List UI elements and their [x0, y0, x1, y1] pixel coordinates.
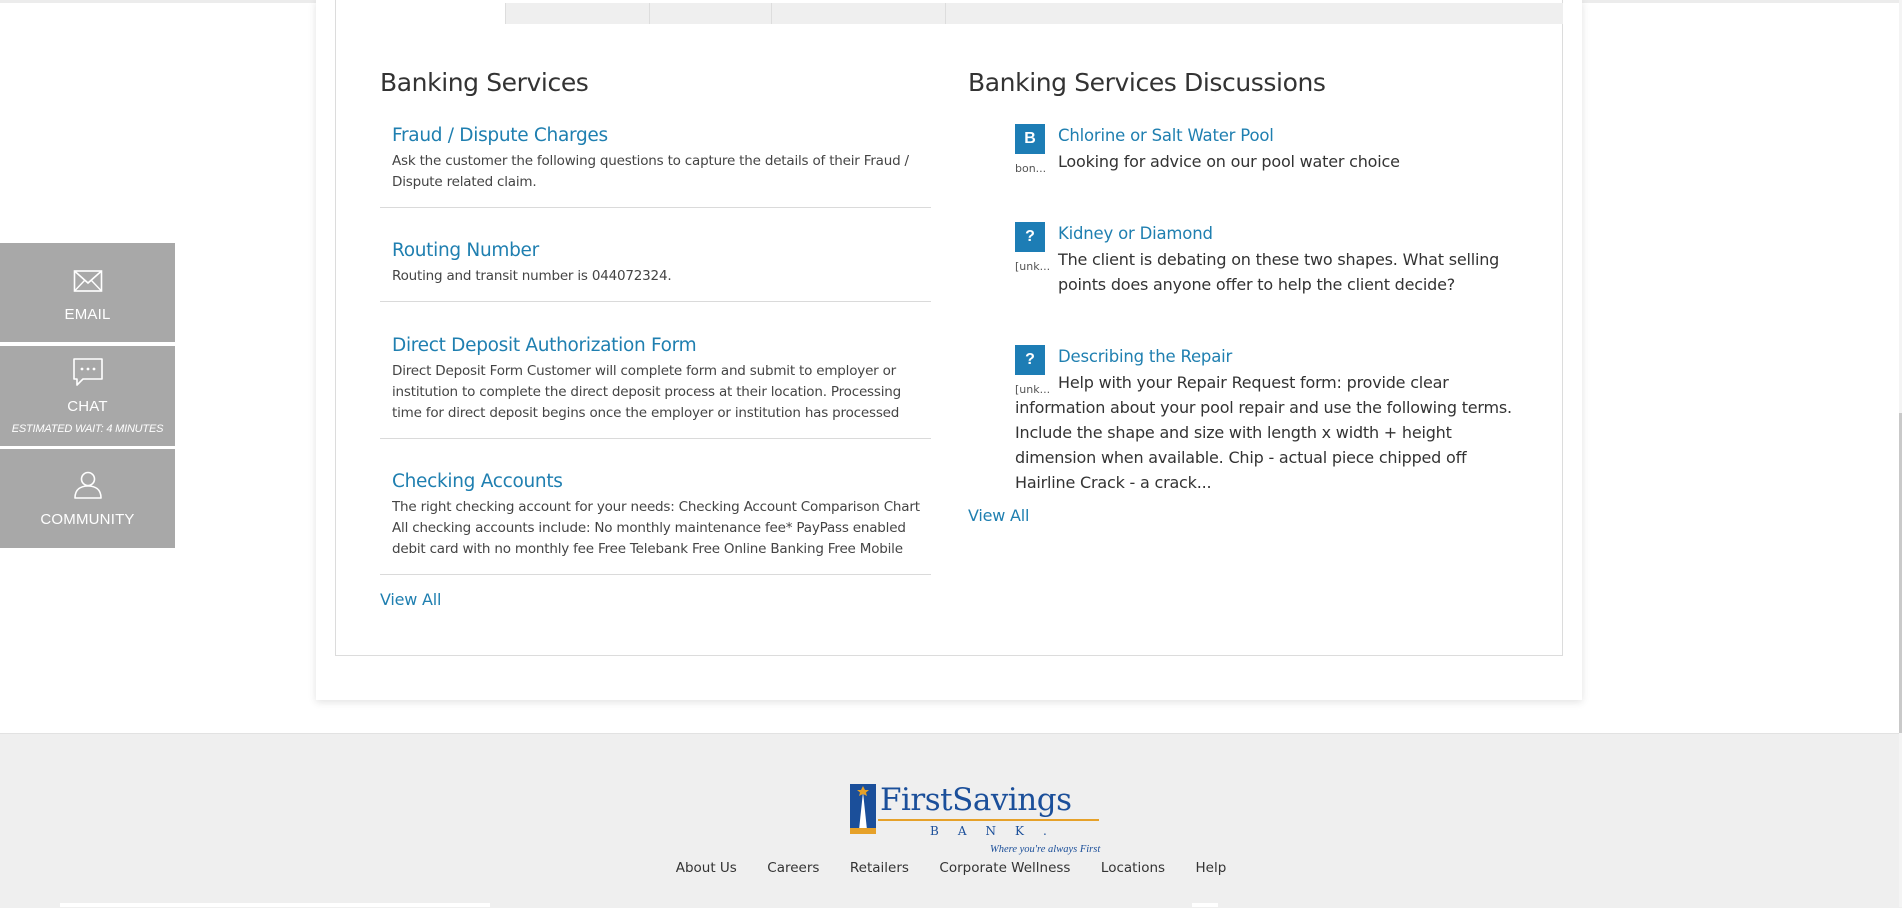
article-description: Routing and transit number is 044072324.: [392, 268, 672, 284]
logo-underline: [878, 819, 1099, 821]
discussion-title-link[interactable]: Kidney or Diamond: [1058, 224, 1213, 243]
chat-label: CHAT: [67, 398, 108, 415]
footer-link-help[interactable]: Help: [1196, 860, 1227, 876]
tab-divider: [505, 3, 506, 24]
envelope-icon: [73, 270, 102, 292]
discussion-title-link[interactable]: Chlorine or Salt Water Pool: [1058, 126, 1274, 145]
author-avatar[interactable]: B: [1015, 124, 1045, 154]
email-label: EMAIL: [64, 306, 111, 323]
article-direct-deposit: Direct Deposit Authorization Form Direct…: [380, 332, 931, 439]
footer-link-locations[interactable]: Locations: [1101, 860, 1165, 876]
footer-link-about-us[interactable]: About Us: [676, 860, 737, 876]
articles-view-all-link[interactable]: View All: [380, 590, 441, 609]
tab-strip: [505, 3, 1563, 24]
lighthouse-logo-icon: [850, 784, 876, 834]
email-button[interactable]: EMAIL: [0, 243, 175, 342]
bottom-edge: [60, 903, 490, 907]
community-button[interactable]: COMMUNITY: [0, 449, 175, 548]
author-avatar[interactable]: ?: [1015, 222, 1045, 252]
article-title-link[interactable]: Routing Number: [392, 240, 539, 261]
community-person-icon: [73, 471, 102, 499]
footer-nav: About Us Careers Retailers Corporate Wel…: [0, 859, 1902, 877]
chat-button[interactable]: CHAT ESTIMATED WAIT: 4 MINUTES: [0, 346, 175, 446]
chat-bubble-icon: [72, 358, 103, 386]
tab-divider: [945, 3, 946, 24]
first-savings-bank-logo[interactable]: FirstSavings BANK. Where you're always F…: [850, 782, 1100, 856]
bottom-edge: [1192, 903, 1218, 907]
discussion-body: Looking for advice on our pool water cho…: [1058, 152, 1400, 171]
author-name[interactable]: bon...: [1015, 162, 1049, 175]
tab-divider: [771, 3, 772, 24]
community-label: COMMUNITY: [40, 511, 135, 528]
footer-link-careers[interactable]: Careers: [767, 860, 819, 876]
author-name[interactable]: [unk...: [1015, 260, 1049, 273]
article-checking-accounts: Checking Accounts The right checking acc…: [380, 468, 931, 575]
discussions-title: Banking Services Discussions: [968, 68, 1326, 97]
article-routing-number: Routing Number Routing and transit numbe…: [380, 237, 931, 302]
logo-wordmark: FirstSavings: [880, 782, 1072, 818]
chat-wait-time: ESTIMATED WAIT: 4 MINUTES: [11, 423, 164, 435]
discussion-title-link[interactable]: Describing the Repair: [1058, 347, 1232, 366]
discussions-view-all-link[interactable]: View All: [968, 506, 1029, 525]
article-title-link[interactable]: Fraud / Dispute Charges: [392, 125, 608, 146]
article-title-link[interactable]: Direct Deposit Authorization Form: [392, 335, 697, 356]
discussion-body: Help with your Repair Request form: prov…: [1015, 373, 1512, 492]
footer-link-retailers[interactable]: Retailers: [850, 860, 909, 876]
footer-link-corporate-wellness[interactable]: Corporate Wellness: [939, 860, 1070, 876]
tab-divider: [649, 3, 650, 24]
article-description: Direct Deposit Form Customer will comple…: [392, 363, 901, 421]
article-title-link[interactable]: Checking Accounts: [392, 471, 563, 492]
logo-tagline: Where you're always First: [990, 844, 1101, 855]
article-description: The right checking account for your need…: [392, 499, 920, 557]
article-fraud-dispute: Fraud / Dispute Charges Ask the customer…: [380, 122, 931, 208]
logo-bank-text: BANK.: [930, 824, 1066, 838]
discussion-body: The client is debating on these two shap…: [1058, 250, 1500, 294]
article-description: Ask the customer the following questions…: [392, 153, 909, 190]
banking-services-title: Banking Services: [380, 68, 589, 97]
